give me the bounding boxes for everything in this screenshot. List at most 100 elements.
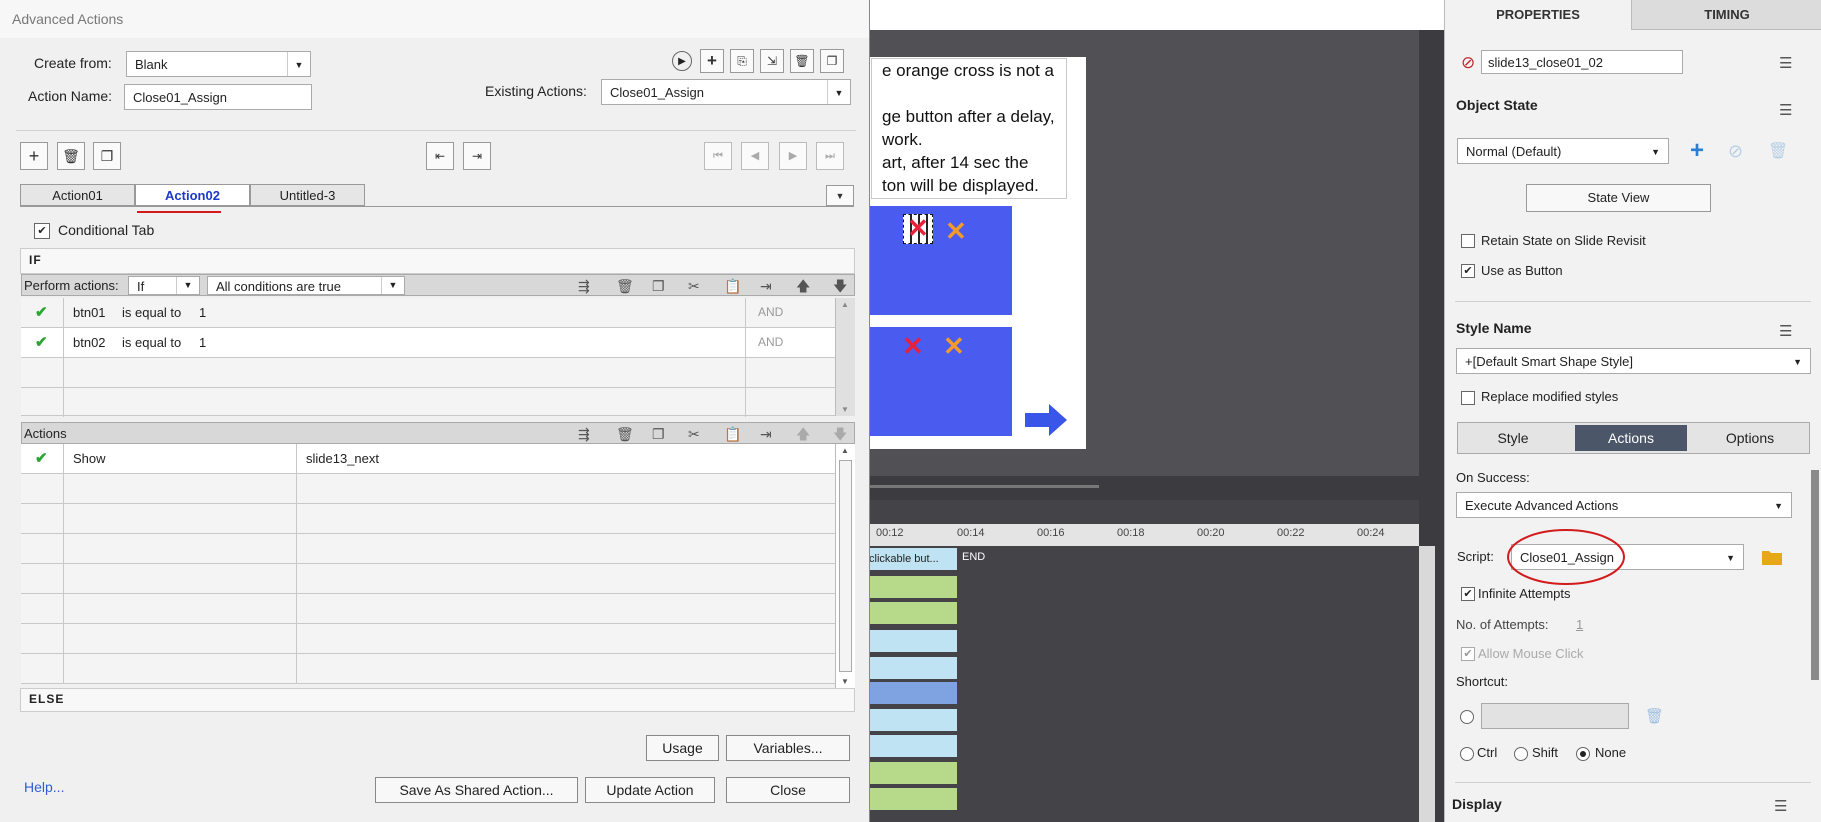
timeline-track[interactable] bbox=[869, 788, 957, 810]
trash-icon[interactable]: 🗑 bbox=[616, 275, 634, 297]
timeline-track[interactable] bbox=[869, 576, 957, 598]
timeline-ruler[interactable]: 00:12 00:14 00:16 00:18 00:20 00:22 00:2… bbox=[869, 524, 1419, 546]
panel-menu-icon[interactable]: ☰ bbox=[1779, 322, 1792, 340]
save-shared-action-button[interactable]: Save As Shared Action... bbox=[375, 777, 578, 803]
none-radio[interactable] bbox=[1576, 747, 1590, 761]
orange-cross-icon[interactable]: ✕ bbox=[945, 218, 967, 244]
timeline-track[interactable] bbox=[869, 657, 957, 679]
action-row-empty[interactable] bbox=[21, 474, 835, 504]
timeline-clip[interactable]: clickable but... bbox=[869, 548, 957, 570]
subtab-actions[interactable]: Actions bbox=[1575, 425, 1687, 451]
action-row-empty[interactable] bbox=[21, 654, 835, 684]
add-tab-button[interactable]: + bbox=[20, 142, 48, 170]
infinite-attempts-checkbox[interactable]: ✔ bbox=[1461, 587, 1475, 601]
actions-scrollbar[interactable]: ▲ ▼ bbox=[835, 444, 855, 688]
timeline-track[interactable] bbox=[869, 630, 957, 652]
copy-icon[interactable]: ❐ bbox=[652, 275, 665, 297]
subtab-style[interactable]: Style bbox=[1458, 423, 1568, 453]
state-view-button[interactable]: State View bbox=[1526, 184, 1711, 212]
tab-untitled-3[interactable]: Untitled-3 bbox=[250, 184, 365, 206]
tab-action01[interactable]: Action01 bbox=[20, 184, 135, 206]
condition-row-empty[interactable] bbox=[21, 358, 835, 388]
close-button[interactable]: Close bbox=[726, 777, 850, 803]
action-row-empty[interactable] bbox=[21, 594, 835, 624]
use-as-button-checkbox[interactable]: ✔ bbox=[1461, 264, 1475, 278]
action-name-input[interactable]: Close01_Assign bbox=[124, 84, 312, 110]
red-cross-icon[interactable]: ✕ bbox=[907, 215, 929, 241]
attempts-value[interactable]: 1 bbox=[1576, 617, 1583, 632]
condition-row-empty[interactable] bbox=[21, 388, 835, 417]
preview-play-icon[interactable]: ▶ bbox=[672, 51, 692, 71]
conditions-mode-dropdown[interactable]: All conditions are true ▼ bbox=[207, 276, 405, 295]
blue-button-shape-1[interactable] bbox=[869, 206, 1012, 315]
help-link[interactable]: Help... bbox=[24, 779, 64, 795]
panel-menu-icon[interactable]: ☰ bbox=[1779, 101, 1792, 119]
shift-radio[interactable] bbox=[1514, 747, 1528, 761]
on-success-dropdown[interactable]: Execute Advanced Actions ▼ bbox=[1456, 492, 1792, 518]
retain-state-checkbox[interactable] bbox=[1461, 234, 1475, 248]
timeline-track[interactable] bbox=[869, 709, 957, 731]
move-tab-left-icon[interactable]: ⇤ bbox=[426, 142, 454, 170]
trash-icon[interactable]: 🗑 bbox=[616, 423, 634, 445]
ctrl-radio[interactable] bbox=[1460, 747, 1474, 761]
tab-timing[interactable]: TIMING bbox=[1631, 0, 1821, 30]
trash-icon[interactable]: 🗑 bbox=[790, 49, 814, 73]
action-row-empty[interactable] bbox=[21, 504, 835, 534]
selection-handles[interactable]: ✕ bbox=[903, 214, 933, 244]
scroll-down-icon[interactable]: ▼ bbox=[841, 677, 849, 686]
timeline-track[interactable] bbox=[869, 762, 957, 784]
state-dropdown[interactable]: Normal (Default) ▼ bbox=[1457, 138, 1669, 164]
action-row-empty[interactable] bbox=[21, 534, 835, 564]
tab-list-dropdown[interactable]: ▼ bbox=[826, 185, 854, 206]
orange-cross-icon[interactable]: ✕ bbox=[943, 333, 965, 359]
shortcut-input[interactable] bbox=[1481, 703, 1629, 729]
panel-menu-icon[interactable]: ☰ bbox=[1779, 54, 1792, 72]
panel-scrollbar[interactable] bbox=[1811, 470, 1819, 680]
move-down-icon[interactable]: 🡇 bbox=[833, 275, 847, 297]
conditions-scrollbar[interactable]: ▲ ▼ bbox=[835, 298, 855, 416]
scroll-up-icon[interactable]: ▲ bbox=[841, 446, 849, 455]
object-name-input[interactable]: slide13_close01_02 bbox=[1481, 50, 1683, 74]
trash-icon[interactable]: 🗑 bbox=[57, 142, 85, 170]
blue-button-shape-2[interactable] bbox=[869, 327, 1012, 436]
indent-icon[interactable]: ⇥ bbox=[760, 423, 772, 445]
timeline-track[interactable] bbox=[869, 602, 957, 624]
timeline-vscroll[interactable] bbox=[1419, 546, 1435, 822]
visibility-eye-icon[interactable]: ⊘ bbox=[1461, 53, 1475, 73]
tab-properties[interactable]: PROPERTIES bbox=[1445, 0, 1631, 31]
save-icon[interactable]: ⎘ bbox=[730, 49, 754, 73]
duplicate-icon[interactable]: ❐ bbox=[820, 49, 844, 73]
variables-button[interactable]: Variables... bbox=[726, 735, 850, 761]
next-arrow-icon[interactable] bbox=[1023, 402, 1069, 438]
dialog-titlebar[interactable]: Advanced Actions bbox=[0, 0, 869, 38]
duplicate-icon[interactable]: ❐ bbox=[93, 142, 121, 170]
new-action-button[interactable]: + bbox=[700, 49, 724, 73]
condition-logic[interactable]: AND bbox=[758, 328, 783, 357]
red-cross-icon[interactable]: ✕ bbox=[902, 333, 924, 359]
tab-action02[interactable]: Action02 bbox=[135, 184, 250, 206]
update-action-button[interactable]: Update Action bbox=[585, 777, 715, 803]
replace-styles-checkbox[interactable] bbox=[1461, 391, 1475, 405]
conditional-tab-checkbox[interactable]: ✔ bbox=[34, 223, 50, 239]
condition-logic[interactable]: AND bbox=[758, 298, 783, 327]
move-up-icon[interactable]: 🡅 bbox=[796, 275, 810, 297]
add-state-icon[interactable]: + bbox=[1690, 137, 1704, 165]
indent-icon[interactable]: ⇥ bbox=[760, 275, 772, 297]
create-from-dropdown[interactable]: Blank ▼ bbox=[126, 51, 311, 77]
action-row[interactable]: ✔ Show slide13_next bbox=[21, 444, 835, 474]
shortcut-radio[interactable] bbox=[1460, 710, 1474, 724]
stage-hscroll[interactable] bbox=[869, 485, 1099, 488]
timeline-track[interactable] bbox=[869, 735, 957, 757]
action-row-empty[interactable] bbox=[21, 624, 835, 654]
panel-menu-icon[interactable]: ☰ bbox=[1774, 797, 1787, 815]
existing-actions-dropdown[interactable]: Close01_Assign ▼ bbox=[601, 79, 851, 105]
cut-icon[interactable]: ✂ bbox=[688, 275, 700, 297]
scroll-down-icon[interactable]: ▼ bbox=[841, 405, 849, 414]
condition-row[interactable]: ✔ btn02 is equal to 1 AND bbox=[21, 328, 835, 358]
folder-icon[interactable] bbox=[1761, 548, 1783, 566]
copy-icon[interactable]: ❐ bbox=[652, 423, 665, 445]
subtab-options[interactable]: Options bbox=[1695, 423, 1805, 453]
scroll-up-icon[interactable]: ▲ bbox=[841, 300, 849, 309]
insert-row-icon[interactable]: ⇶ bbox=[578, 423, 590, 445]
action-row-empty[interactable] bbox=[21, 564, 835, 594]
